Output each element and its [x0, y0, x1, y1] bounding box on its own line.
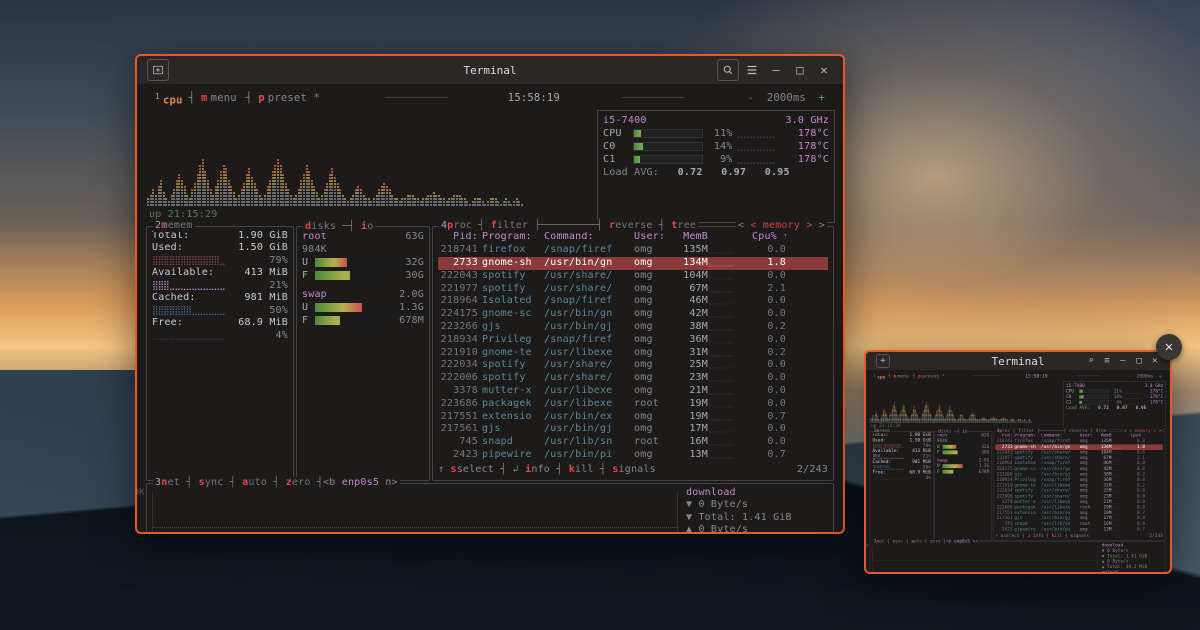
process-row[interactable]: 2733gnome-sh/usr/bin/gnomg134M⣀⣀⣀⣀⣀1.8 [438, 257, 828, 270]
process-row[interactable]: 224175gnome-sc/usr/bin/gnomg42M⣀⣀⣀⣀⣀0.0 [438, 308, 828, 321]
process-row[interactable]: 222006spotify/usr/share/omg23M⣀⣀⣀⣀⣀0.0 [438, 372, 828, 385]
process-row[interactable]: 221977spotify/usr/share/omg67M⣀⣀⣀⣀⣀2.1 [438, 283, 828, 296]
process-panel[interactable]: 4proc ┤ filter ├─────────┤ reverse ┤ tre… [432, 226, 834, 481]
network-graph [872, 545, 1098, 574]
cpu-core-row: CPU11%⣀⣀⣀⣀⣀⣀178°C [603, 127, 829, 140]
download-total: ▼ Total: 1.41 GiB [686, 512, 828, 525]
network-panel: 3net ┤ sync ┤ auto ┤ zero ┤<b enp0s5 n> … [146, 483, 834, 534]
sort-column[interactable]: < < memory > > [736, 220, 827, 233]
menu-label[interactable]: menu [208, 92, 240, 104]
process-row[interactable]: 3378mutter-x/usr/libexeomg21M⣀⣀⣀⣀⣀0.0 [438, 385, 828, 398]
btop-header: 1cpu ┤ mmenu ┤ ppreset * ────────────── … [869, 372, 1165, 381]
download-rate: ▼ 0 Byte/s [686, 499, 828, 512]
preview-close-badge[interactable]: ✕ [1156, 334, 1182, 360]
process-row[interactable]: 223266gjs/usr/bin/gjomg38M⣀⣀⣀⣀⣀0.2 [438, 321, 828, 334]
process-footer: ↑ sselect ┤ ↲ info ┤ kill ┤ signals 2/24… [438, 462, 828, 477]
terminal-preview-window[interactable]: + Terminal ⌕ ≡ — □ ✕ 1cpu ┤ mmenu ┤ ppre… [864, 350, 1172, 574]
btop-header: 1cpu ┤ mmenu ┤ ppreset * ────────────── … [145, 88, 835, 110]
process-row[interactable]: 218741firefox/snap/firefomg135M⣀⣀⣀⣀⣀0.0 [438, 244, 828, 257]
preset-label[interactable]: preset * [921, 374, 946, 379]
cpu-info-panel: i5-74003.0 GHz CPU11%⣀⣀⣀⣀⣀⣀178°CC014%⣀⣀⣀… [1063, 381, 1165, 430]
upload-rate: ▲ 0 Byte/s [686, 524, 828, 534]
terminal-window: Terminal — □ ✕ 1cpu ┤ mmenu ┤ ppreset * … [135, 54, 845, 534]
menu-label[interactable]: menu [896, 374, 910, 379]
process-row[interactable]: 218934Privileg/snap/firefomg36M⣀⣀⣀⣀⣀0.0 [438, 334, 828, 347]
process-row[interactable]: 745snapd/usr/lib/snroot16M⣀⣀⣀⣀⣀0.0 [438, 436, 828, 449]
process-row[interactable]: 221910gnome-te/usr/libexeomg31M⣀⣀⣀⣀⣀0.2 [438, 347, 828, 360]
process-position: 2/243 [1149, 533, 1162, 539]
cpu-model: i5-7400 [603, 114, 647, 127]
preset-label[interactable]: preset * [265, 92, 323, 104]
process-row[interactable]: 2423pipewire/usr/bin/piomg13M⣀⣀⣀⣀⣀0.7 [995, 527, 1162, 533]
load-average: Load AVG: 0.72 0.97 0.95 [1066, 405, 1163, 411]
process-position: 2/243 [797, 464, 828, 477]
load-average: Load AVG: 0.72 0.97 0.95 [603, 166, 829, 179]
interval: 2000ms [764, 92, 809, 104]
window-title: Terminal [137, 64, 843, 77]
titlebar[interactable]: Terminal — □ ✕ [137, 56, 843, 84]
interval: 2000ms [1135, 374, 1154, 379]
network-panel: 3net ┤ sync ┤ auto ┤ zero ┤<b enp0s5 n> … [870, 541, 1166, 574]
process-row[interactable]: 223686packagek/usr/libexeroot19M⣀⣀⣀⣀⣀0.0 [438, 398, 828, 411]
interval-plus[interactable]: + [809, 92, 828, 104]
cpu-graph [869, 381, 1061, 422]
cpu-freq: 3.0 GHz [785, 114, 829, 127]
process-row[interactable]: 217561gjs/usr/bin/gjomg17M⣀⣀⣀⣀⣀0.0 [438, 423, 828, 436]
sort-column[interactable]: < < memory > > [1123, 428, 1162, 434]
cpu-info-panel: i5-7400 3.0 GHz CPU11%⣀⣀⣀⣀⣀⣀178°CC014%⣀⣀⣀… [597, 110, 835, 223]
process-panel[interactable]: 4proc ┤ filter ├─────────┤ reverse ┤ tre… [993, 431, 1166, 541]
cpu-graph [145, 110, 593, 206]
network-graph [152, 491, 678, 534]
memory-panel: 2mmemem Total:1.90 GiB Used:1.50 GiB ⣿⣿⣿… [870, 431, 934, 541]
cpu-core-row: C014%⣀⣀⣀⣀⣀⣀178°C [603, 140, 829, 153]
interval-minus[interactable]: - [1127, 374, 1135, 379]
cpu-core-row: C19%⣀⣀⣀⣀⣀⣀178°C [603, 153, 829, 166]
disks-panel: disks ─┤ io root63G 984K U32G F30G swap2… [934, 431, 992, 541]
clock: 15:58:19 [505, 92, 563, 105]
process-row[interactable]: 222043spotify/usr/share/omg104M⣀⣀⣀⣀⣀0.0 [438, 270, 828, 283]
process-row[interactable]: 2423pipewire/usr/bin/piomg13M⣀⣀⣀⣀⣀0.7 [438, 449, 828, 462]
memory-panel: 2mmemem Total:1.90 GiB Used:1.50 GiB ⣿⣿⣿… [146, 226, 294, 481]
process-row[interactable]: 218964Isolated/snap/firefomg46M⣀⣀⣀⣀⣀0.0 [438, 295, 828, 308]
disks-panel: disks ─┤ io root63G 984K U32G F30G swap2… [296, 226, 430, 481]
clock: 15:58:19 [1024, 374, 1049, 380]
interval-minus[interactable]: - [745, 92, 764, 104]
process-footer: ↑ sselect ┤ ↲ info ┤ kill ┤ signals 2/24… [995, 532, 1162, 538]
terminal-body[interactable]: 1cpu ┤ mmenu ┤ ppreset * ────────────── … [137, 84, 843, 534]
interval-plus[interactable]: + [1155, 374, 1163, 379]
process-row[interactable]: 222034spotify/usr/share/omg25M⣀⣀⣀⣀⣀0.0 [438, 359, 828, 372]
process-row[interactable]: 217551extensio/usr/bin/exomg19M⣀⣀⣀⣀⣀0.7 [438, 411, 828, 424]
